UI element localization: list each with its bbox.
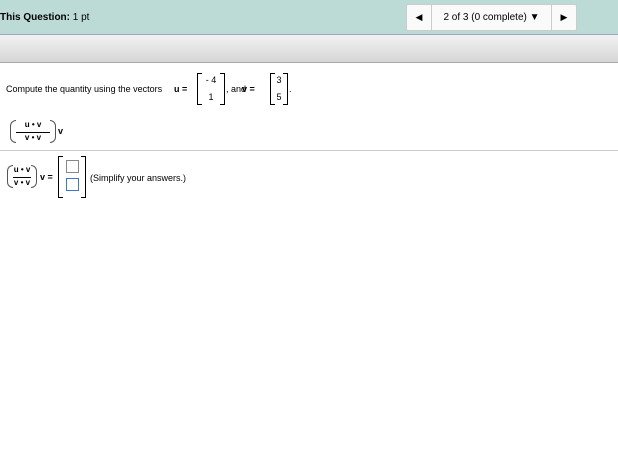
- fraction-denominator: v • v: [13, 178, 31, 187]
- caret-left-icon: ◀: [415, 12, 423, 22]
- question-points: This Question: 1 pt: [0, 12, 89, 23]
- vector-v: 3 5: [270, 73, 288, 105]
- caret-down-icon: ▼: [529, 12, 540, 23]
- vector-u: - 4 1: [197, 73, 225, 105]
- prompt-text: Compute the quantity using the vectors: [6, 84, 163, 94]
- u-label: u =: [174, 84, 188, 94]
- multiplier-v: v: [58, 126, 64, 136]
- fraction-denominator: v • v: [24, 133, 42, 142]
- v-component-1: 3: [276, 75, 282, 85]
- points-value: 1 pt: [72, 12, 90, 23]
- divider: [0, 150, 618, 151]
- answer-vector: [58, 156, 86, 198]
- caret-right-icon: ▶: [560, 12, 568, 22]
- u-component-1: - 4: [205, 75, 217, 85]
- question-select-dropdown[interactable]: 2 of 3 (0 complete) ▼: [432, 12, 551, 23]
- v-component-2: 5: [276, 92, 282, 102]
- answer-expression: u • v v • v: [7, 165, 37, 188]
- nav-status: 2 of 3 (0 complete): [443, 12, 527, 23]
- previous-question-button[interactable]: ◀: [407, 5, 432, 30]
- fraction-numerator: u • v: [13, 165, 31, 174]
- period: .: [289, 84, 292, 94]
- answer-equals: v =: [40, 172, 53, 182]
- question-navigator: ◀ 2 of 3 (0 complete) ▼ ▶: [406, 4, 577, 31]
- answer-input-2[interactable]: [66, 178, 79, 191]
- simplify-hint: (Simplify your answers.): [90, 173, 187, 183]
- u-component-2: 1: [208, 92, 214, 102]
- projection-expression: u • v v • v: [10, 120, 56, 143]
- answer-input-1[interactable]: [66, 160, 79, 173]
- next-question-button[interactable]: ▶: [551, 5, 576, 30]
- fraction-numerator: u • v: [24, 120, 42, 129]
- toolbar-band: [0, 35, 618, 63]
- question-label: This Question:: [0, 12, 70, 23]
- v-label: v =: [242, 84, 255, 94]
